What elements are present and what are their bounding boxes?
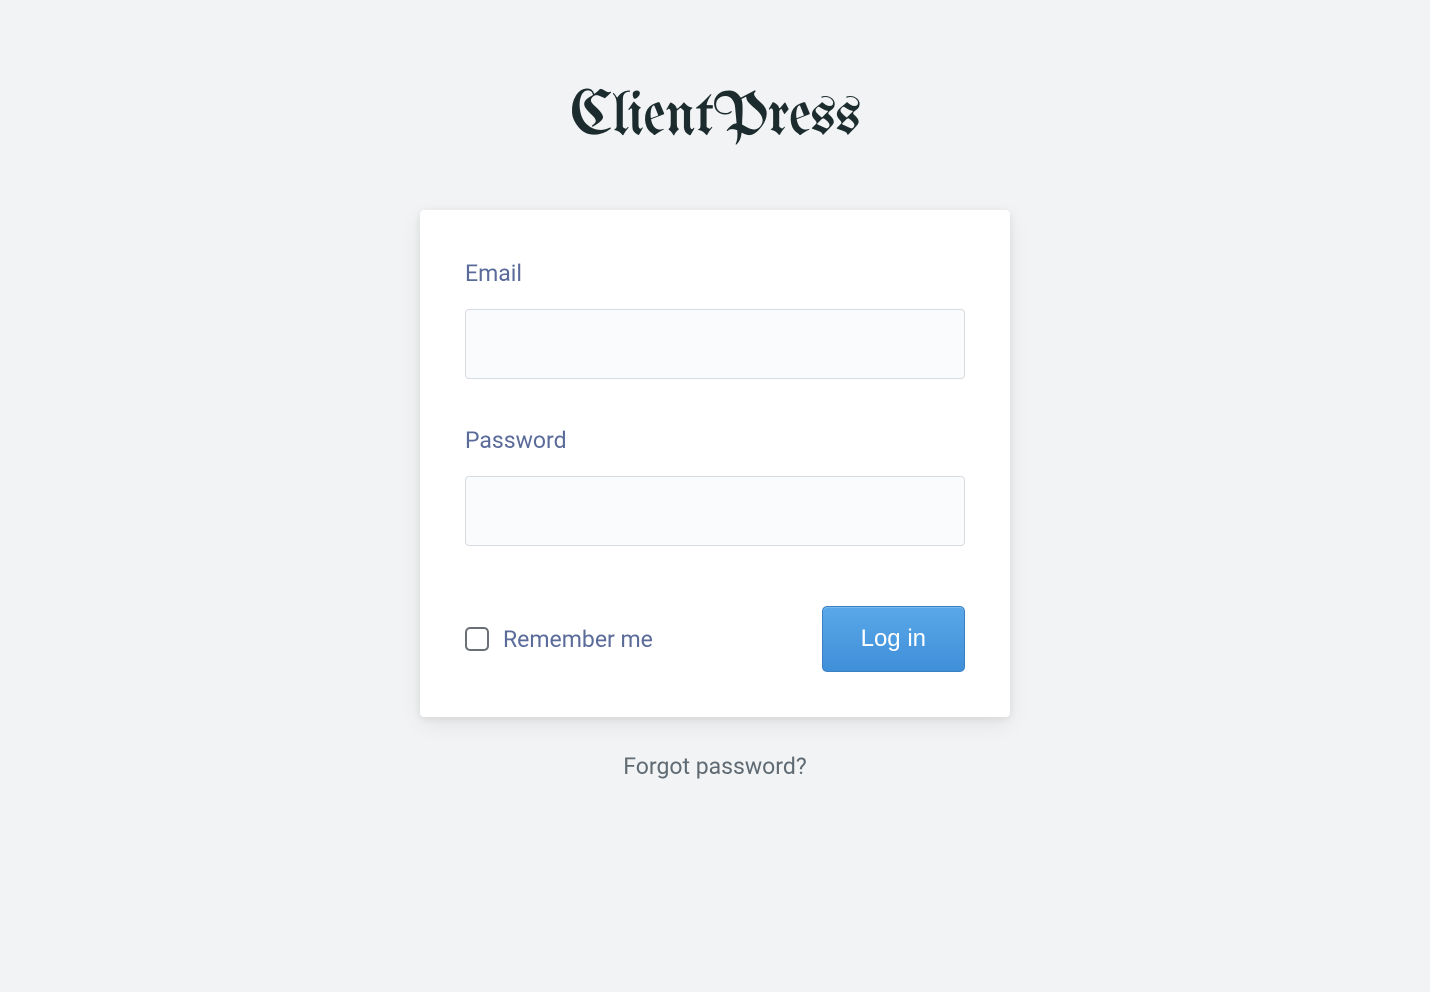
password-label: Password xyxy=(465,427,965,454)
password-field-group: Password xyxy=(465,427,965,546)
login-card: Email Password Remember me Log in xyxy=(420,210,1010,717)
remember-me-checkbox[interactable] xyxy=(465,627,489,651)
email-label: Email xyxy=(465,260,965,287)
action-row: Remember me Log in xyxy=(465,606,965,672)
remember-me-wrap[interactable]: Remember me xyxy=(465,626,653,653)
email-field-group: Email xyxy=(465,260,965,379)
email-input[interactable] xyxy=(465,309,965,379)
login-button[interactable]: Log in xyxy=(822,606,965,672)
remember-me-label: Remember me xyxy=(503,626,653,653)
password-input[interactable] xyxy=(465,476,965,546)
app-logo: ClientPress xyxy=(570,85,860,150)
forgot-password-link[interactable]: Forgot password? xyxy=(623,753,806,780)
